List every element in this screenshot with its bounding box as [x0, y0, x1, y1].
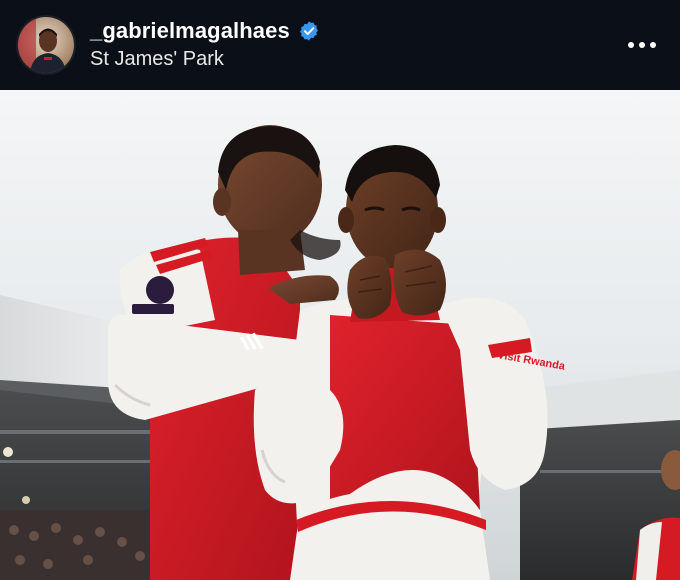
location-link[interactable]: St James' Park: [90, 46, 620, 72]
avatar[interactable]: [18, 17, 74, 73]
header-text: _gabrielmagalhaes St James' Park: [90, 18, 620, 72]
post-header: _gabrielmagalhaes St James' Park: [0, 0, 680, 90]
more-options-icon: [628, 42, 656, 48]
more-options-button[interactable]: [620, 23, 664, 67]
verified-badge-icon: [298, 20, 320, 42]
username-row: _gabrielmagalhaes: [90, 18, 620, 44]
photo-image: Visit Rwanda: [0, 90, 680, 580]
username-link[interactable]: _gabrielmagalhaes: [90, 18, 290, 44]
post-photo[interactable]: Visit Rwanda: [0, 90, 680, 580]
avatar-image: [18, 17, 74, 73]
instagram-post: _gabrielmagalhaes St James' Park Visit R…: [0, 0, 680, 580]
